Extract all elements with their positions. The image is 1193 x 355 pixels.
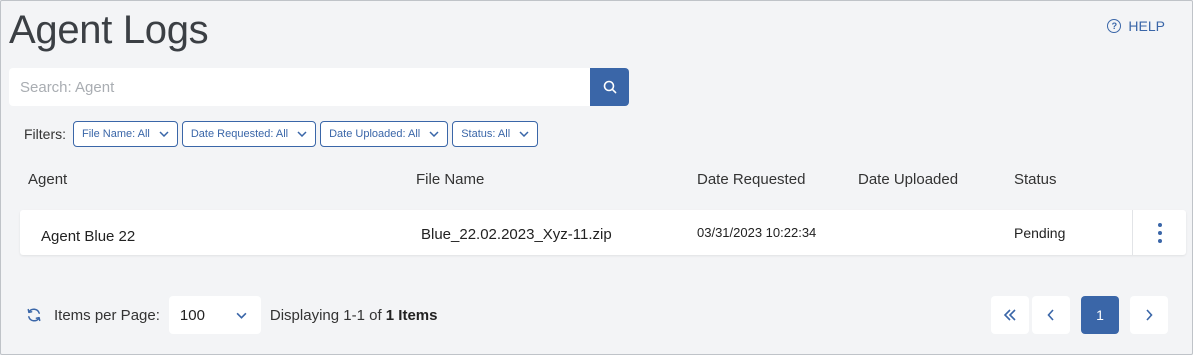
chevron-right-icon	[1146, 309, 1153, 321]
column-header-date-requested[interactable]: Date Requested	[697, 171, 805, 188]
double-chevron-left-icon	[1003, 309, 1016, 321]
table-row[interactable]: Agent Blue 22 Blue_22.02.2023_Xyz-11.zip…	[20, 210, 1186, 255]
filter-date-uploaded[interactable]: Date Uploaded: All	[320, 121, 449, 147]
chevron-down-icon	[236, 312, 247, 319]
refresh-icon[interactable]	[26, 307, 42, 323]
search-input[interactable]	[9, 68, 590, 106]
help-label: HELP	[1128, 18, 1165, 34]
items-per-page-value: 100	[179, 306, 205, 324]
prev-page-button[interactable]	[1032, 296, 1070, 334]
search-bar	[9, 68, 629, 106]
help-link[interactable]: ? HELP	[1107, 18, 1165, 34]
chevron-down-icon	[159, 131, 169, 137]
filters-bar: Filters: File Name: All Date Requested: …	[24, 121, 539, 147]
filter-date-uploaded-label: Date Uploaded: All	[329, 128, 421, 140]
row-divider	[1132, 210, 1133, 255]
first-page-button[interactable]	[991, 296, 1029, 334]
cell-date-requested: 03/31/2023 10:22:34	[697, 225, 817, 240]
filter-date-requested[interactable]: Date Requested: All	[181, 121, 317, 147]
search-button[interactable]	[590, 68, 629, 106]
column-header-status[interactable]: Status	[1014, 171, 1057, 188]
page-title: Agent Logs	[9, 8, 209, 52]
cell-status: Pending	[1014, 225, 1066, 241]
filter-date-requested-label: Date Requested: All	[190, 128, 289, 140]
displaying-total: 1 Items	[385, 306, 438, 324]
column-header-agent[interactable]: Agent	[28, 171, 67, 188]
chevron-down-icon	[519, 131, 529, 137]
filter-file-name[interactable]: File Name: All	[73, 121, 178, 147]
chevron-down-icon	[297, 131, 307, 137]
items-per-page-label: Items per Page:	[54, 306, 160, 324]
chevron-left-icon	[1047, 309, 1054, 321]
displaying-prefix: Displaying 1-1 of	[269, 306, 382, 324]
next-page-button[interactable]	[1130, 296, 1168, 334]
column-header-date-uploaded[interactable]: Date Uploaded	[858, 171, 958, 188]
items-per-page-select[interactable]: 100	[168, 296, 261, 334]
question-circle-icon: ?	[1107, 19, 1122, 33]
filter-status-label: Status: All	[461, 128, 511, 140]
filter-status[interactable]: Status: All	[452, 121, 539, 147]
chevron-down-icon	[429, 131, 439, 137]
filter-file-name-label: File Name: All	[82, 128, 150, 140]
page-button-current[interactable]: 1	[1081, 296, 1119, 334]
footer-controls: Items per Page: 100 Displaying 1-1 of 1 …	[26, 296, 438, 334]
row-actions-kebab-icon[interactable]	[1153, 223, 1167, 243]
cell-file-name: Blue_22.02.2023_Xyz-11.zip	[421, 226, 612, 243]
displaying-count: Displaying 1-1 of 1 Items	[270, 307, 438, 324]
cell-agent: Agent Blue 22	[41, 228, 136, 245]
page-number: 1	[1096, 307, 1104, 323]
column-header-file-name[interactable]: File Name	[416, 171, 484, 188]
filters-label: Filters:	[24, 126, 66, 142]
search-icon	[603, 80, 616, 94]
